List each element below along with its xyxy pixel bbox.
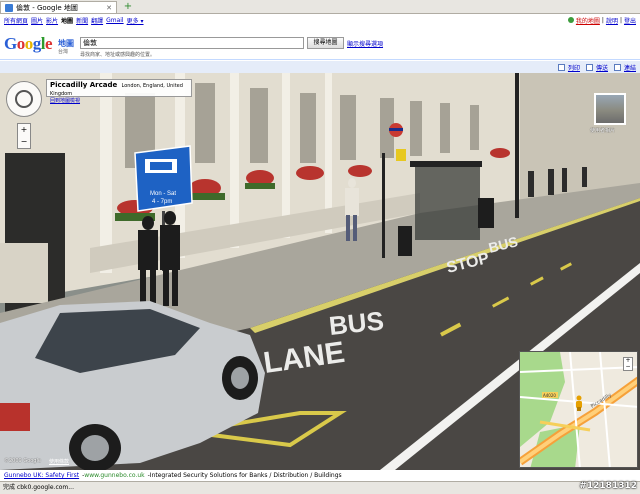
sign-out-link[interactable]: 登出 (624, 16, 636, 25)
map-toolbar: 列印 傳送 連結 (0, 61, 640, 73)
sign-text-days: Mon - Sat (150, 191, 176, 197)
user-photo-label: 使用者相片 (590, 128, 616, 134)
gnav-more[interactable]: 更多 ▾ (127, 16, 144, 25)
street-view-panorama[interactable]: BUS LANE BUS STOP Mon - Sat 4 - 7pm + − … (0, 73, 640, 470)
link-icon[interactable] (613, 63, 621, 71)
ad-url[interactable]: www.gunnebo.co.uk (84, 472, 144, 479)
search-input[interactable] (80, 37, 304, 49)
status-bar: 完成 cbk0.google.com... (0, 481, 640, 494)
link-link[interactable]: 連結 (624, 63, 636, 72)
product-region: 台灣 (58, 49, 69, 55)
send-link[interactable]: 傳送 (596, 63, 608, 72)
my-maps-link[interactable]: 我的地圖 (576, 16, 600, 25)
browser-tab-active[interactable]: 倫敦 - Google 地圖 ✕ (0, 1, 117, 13)
watermark: #12181312 (579, 481, 637, 491)
gnav-video[interactable]: 影片 (46, 16, 58, 25)
ad-bar: Gunnebo UK: Safety First - www.gunnebo.c… (0, 470, 640, 481)
copyright-text: ©2009 Google (4, 458, 41, 464)
pegman-icon[interactable] (574, 395, 584, 411)
gnav-translate[interactable]: 翻譯 (91, 16, 103, 25)
sign-text-time: 4 - 7pm (152, 199, 172, 205)
google-maps-favicon-icon (5, 3, 13, 12)
gnav-gmail[interactable]: Gmail (106, 17, 124, 24)
tab-title: 倫敦 - Google 地圖 (16, 3, 78, 12)
print-icon[interactable] (557, 63, 565, 71)
minimap-zoom-out[interactable]: − (625, 363, 630, 370)
google-logo[interactable]: Google (4, 34, 53, 54)
help-link[interactable]: 說明 (606, 16, 618, 25)
send-icon[interactable] (585, 63, 593, 71)
search-hint: 尋找商家、地址或感興趣的位置。 (80, 52, 156, 58)
browser-window: 倫敦 - Google 地圖 ✕ + 所有網頁 圖片 影片 地圖 新聞 翻譯 G… (0, 0, 640, 494)
tab-close-icon[interactable]: ✕ (106, 4, 112, 12)
user-photo-thumbnail[interactable] (594, 93, 626, 125)
print-link[interactable]: 列印 (568, 63, 580, 72)
gnav-user-links: 我的地圖 | 說明 | 登出 (566, 16, 640, 25)
gnav-news[interactable]: 新聞 (76, 16, 88, 25)
back-to-map-link[interactable]: 回到地圖檢視 (50, 97, 188, 104)
google-nav-bar: 所有網頁 圖片 影片 地圖 新聞 翻譯 Gmail 更多 ▾ 我的地圖 | 說明… (0, 15, 640, 25)
location-label: Piccadilly Arcade London, England, Unite… (46, 79, 192, 104)
terms-link[interactable]: 使用條款 (49, 458, 69, 465)
gnav-images[interactable]: 圖片 (31, 16, 43, 25)
pan-control[interactable] (6, 81, 42, 117)
minimap-zoom-control[interactable]: + − (623, 357, 633, 371)
zoom-control[interactable]: + − (17, 123, 31, 149)
search-options-link[interactable]: 顯示搜尋選項 (347, 39, 383, 48)
search-maps-button[interactable]: 搜尋地圖 (307, 37, 344, 49)
new-tab-button[interactable]: + (121, 1, 135, 13)
tab-bar: 倫敦 - Google 地圖 ✕ + (0, 0, 640, 14)
place-name: Piccadilly Arcade (50, 81, 118, 89)
gnav-web[interactable]: 所有網頁 (4, 16, 28, 25)
search-header: Google 地圖 台灣 搜尋地圖 顯示搜尋選項 尋找商家、地址或感興趣的位置。 (0, 26, 640, 60)
ad-text: Integrated Security Solutions for Banks … (149, 472, 342, 479)
gnav-maps: 地圖 (61, 17, 74, 25)
ad-title-link[interactable]: Gunnebo UK: Safety First (4, 472, 79, 479)
road-text-bus: BUS (327, 305, 385, 341)
user-icon (567, 17, 574, 23)
mini-map[interactable]: Piccadilly A4020 + − (519, 351, 638, 468)
minimap-route-badge: A4020 (543, 393, 556, 398)
compass-icon (15, 90, 33, 108)
